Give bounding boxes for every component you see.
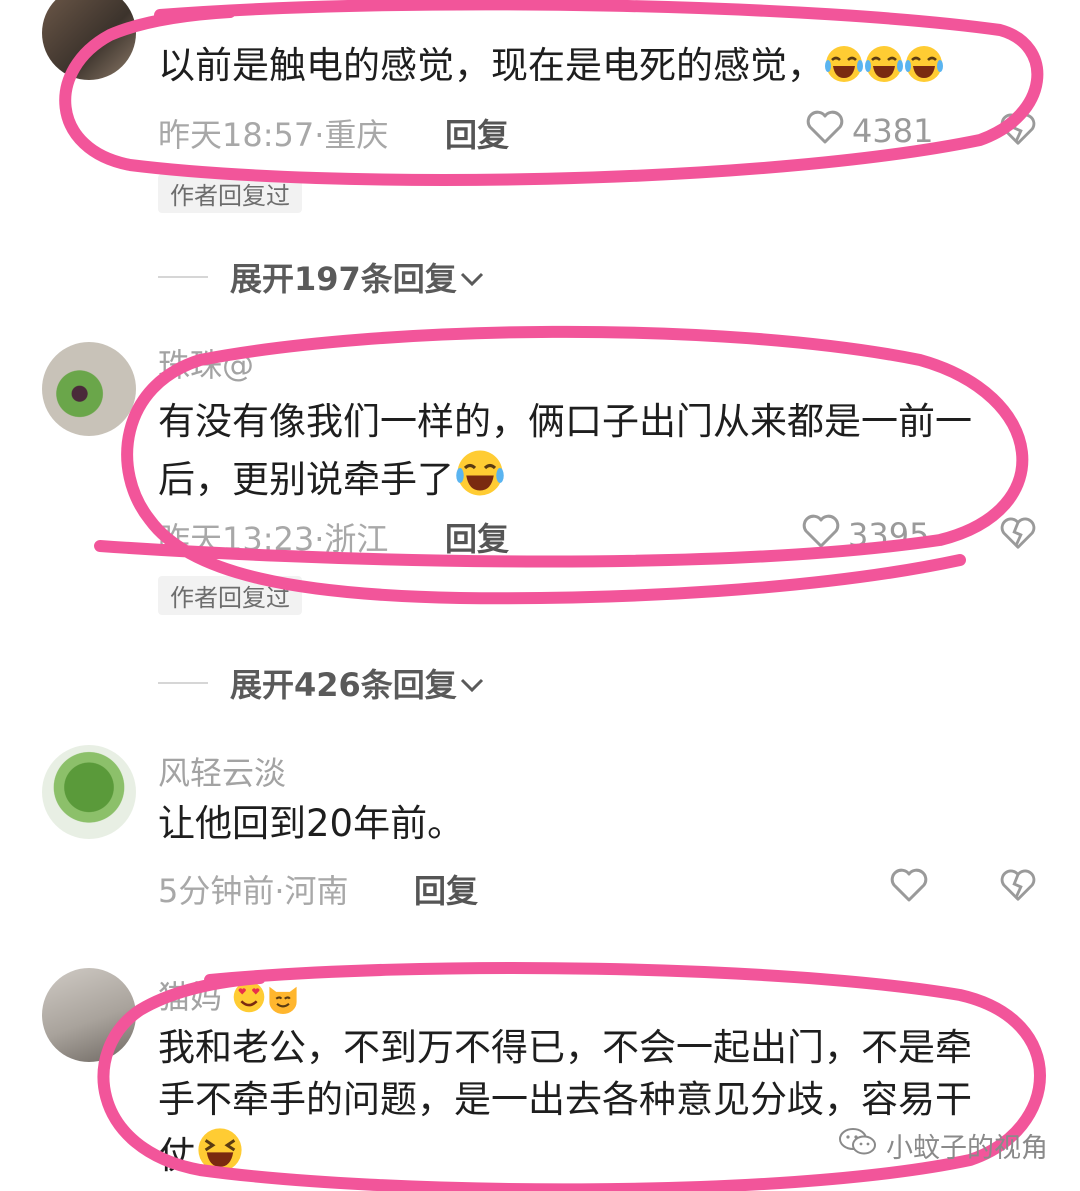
dislike-button[interactable] <box>1000 112 1036 150</box>
divider-line <box>158 682 208 684</box>
time-location: 昨天18:57·重庆 <box>158 116 389 154</box>
like-count: 4381 <box>852 112 934 150</box>
dislike-button[interactable] <box>1000 516 1036 554</box>
watermark-text: 小蚊子的视角 <box>886 1133 1048 1164</box>
expand-replies-button[interactable]: 展开426条回复 <box>158 660 485 706</box>
dislike-button[interactable] <box>1000 868 1036 906</box>
broken-heart-icon <box>1000 517 1036 554</box>
laughing-tears-emoji-icon <box>454 448 506 512</box>
expand-replies-label: 展开426条回复 <box>230 666 457 704</box>
reply-button[interactable]: 回复 <box>414 866 478 912</box>
comment-text: 让他回到20年前。 <box>158 802 465 845</box>
laughing-tears-emoji-icon <box>824 44 864 98</box>
comment-text: 有没有像我们一样的，俩口子出门从来都是一前一 后，更别说牵手了 <box>158 396 1038 512</box>
avatar[interactable] <box>42 745 136 839</box>
like-button[interactable]: 3395 <box>802 514 929 556</box>
author-replied-tag: 作者回复过 <box>158 576 302 615</box>
wechat-icon <box>838 1127 878 1164</box>
laughing-tears-emoji-icon <box>864 44 904 98</box>
grinning-squint-emoji-icon <box>195 1126 245 1188</box>
time-location: 昨天13:23·浙江 <box>158 520 389 558</box>
username: 猫妈 <box>158 972 300 1022</box>
comment-text: 以前是触电的感觉，现在是电死的感觉， <box>158 40 1038 98</box>
divider-line <box>158 276 208 278</box>
author-replied-tag: 作者回复过 <box>158 174 302 213</box>
laughing-tears-emoji-icon <box>904 44 944 98</box>
broken-heart-icon <box>1000 869 1036 906</box>
expand-replies-button[interactable]: 展开197条回复 <box>158 254 485 300</box>
like-button[interactable] <box>890 868 936 910</box>
broken-heart-icon <box>1000 113 1036 150</box>
avatar[interactable] <box>42 0 136 80</box>
heart-eyes-emoji-icon <box>232 980 266 1022</box>
username: 珠珠@ <box>158 346 255 384</box>
reply-button[interactable]: 回复 <box>445 514 509 560</box>
heart-icon <box>890 868 928 910</box>
username: 风轻云淡 <box>158 754 287 792</box>
heart-icon <box>806 110 844 152</box>
expand-replies-label: 展开197条回复 <box>230 260 457 298</box>
avatar[interactable] <box>42 342 136 436</box>
heart-icon <box>802 514 840 556</box>
reply-button[interactable]: 回复 <box>445 110 509 156</box>
cat-emoji-icon <box>266 980 300 1022</box>
watermark: 小蚊子的视角 <box>838 1126 1048 1165</box>
chevron-down-icon <box>459 258 485 296</box>
time-location: 5分钟前·河南 <box>158 872 349 910</box>
like-button[interactable]: 4381 <box>806 110 933 152</box>
avatar[interactable] <box>42 968 136 1062</box>
chevron-down-icon <box>459 664 485 702</box>
like-count: 3395 <box>848 516 930 554</box>
